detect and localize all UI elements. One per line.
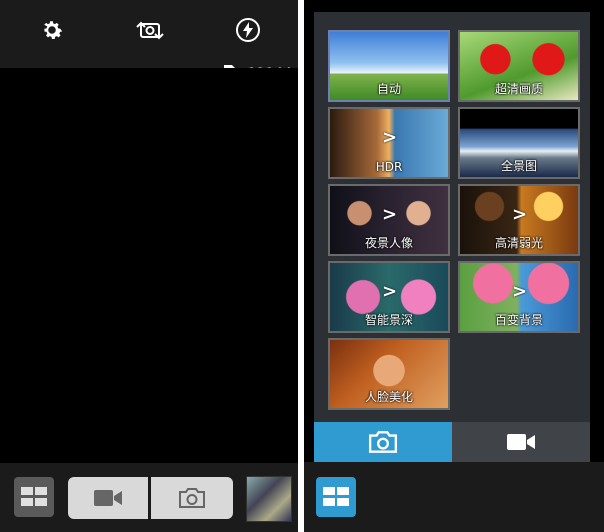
scene-night-portrait[interactable]: > 夜景人像 <box>328 184 450 256</box>
scene-label: 自动 <box>376 82 401 96</box>
before-after-arrow: > <box>512 281 528 302</box>
scene-label: 超清画质 <box>494 82 543 96</box>
tab-video[interactable] <box>452 422 590 462</box>
scene-label: 人脸美化 <box>364 390 413 404</box>
scene-background-change[interactable]: > 百变背景 <box>458 261 580 333</box>
scene-hd-lowlight[interactable]: > 高清弱光 <box>458 184 580 256</box>
before-after-arrow: > <box>382 127 398 148</box>
video-camera-icon <box>94 490 122 506</box>
scene-face-beauty[interactable]: 人脸美化 <box>328 338 450 410</box>
scene-label: 高清弱光 <box>494 236 543 250</box>
scene-grid: 自动 超清画质 > HDR 全景图 > 夜景人像 > 高清弱光 > 智能景深 > 百变背景人脸美化 <box>314 12 590 462</box>
shutter-button[interactable] <box>151 477 233 519</box>
tab-photo[interactable] <box>314 422 452 462</box>
scene-picker-screen: 自动 超清画质 > HDR 全景图 > 夜景人像 > 高清弱光 > 智能景深 > 百变背景人脸美化 <box>304 0 604 532</box>
scene-label: 全景图 <box>500 159 537 173</box>
before-after-arrow: > <box>512 204 528 225</box>
scene-label: 百变背景 <box>494 313 543 327</box>
camera-screen: 12144 <box>0 0 298 532</box>
gallery-thumbnail[interactable] <box>246 476 292 522</box>
before-after-arrow: > <box>382 281 398 302</box>
scene-super-hd[interactable]: 超清画质 <box>458 30 580 102</box>
top-toolbar <box>0 0 298 68</box>
scene-label: 夜景人像 <box>364 236 413 250</box>
camera-icon <box>368 431 398 453</box>
flash-auto-icon[interactable] <box>228 10 268 50</box>
scene-label: HDR <box>375 160 403 174</box>
switch-camera-icon[interactable] <box>130 10 170 50</box>
video-camera-icon <box>507 434 535 450</box>
scene-label: 智能景深 <box>364 313 413 327</box>
scene-smart-depth[interactable]: > 智能景深 <box>328 261 450 333</box>
capture-mode-tabs <box>314 422 590 462</box>
scene-panorama[interactable]: 全景图 <box>458 107 580 179</box>
video-mode-button[interactable] <box>68 477 148 519</box>
grid-icon <box>323 487 349 506</box>
scene-mode-button[interactable] <box>14 477 54 517</box>
before-after-arrow: > <box>382 204 398 225</box>
camera-icon <box>179 488 205 508</box>
scene-mode-button[interactable] <box>316 477 356 517</box>
settings-gear-icon[interactable] <box>32 10 72 50</box>
grid-icon <box>21 487 47 506</box>
scene-hdr[interactable]: > HDR <box>328 107 450 179</box>
scene-auto[interactable]: 自动 <box>328 30 450 102</box>
viewfinder[interactable] <box>0 68 298 463</box>
